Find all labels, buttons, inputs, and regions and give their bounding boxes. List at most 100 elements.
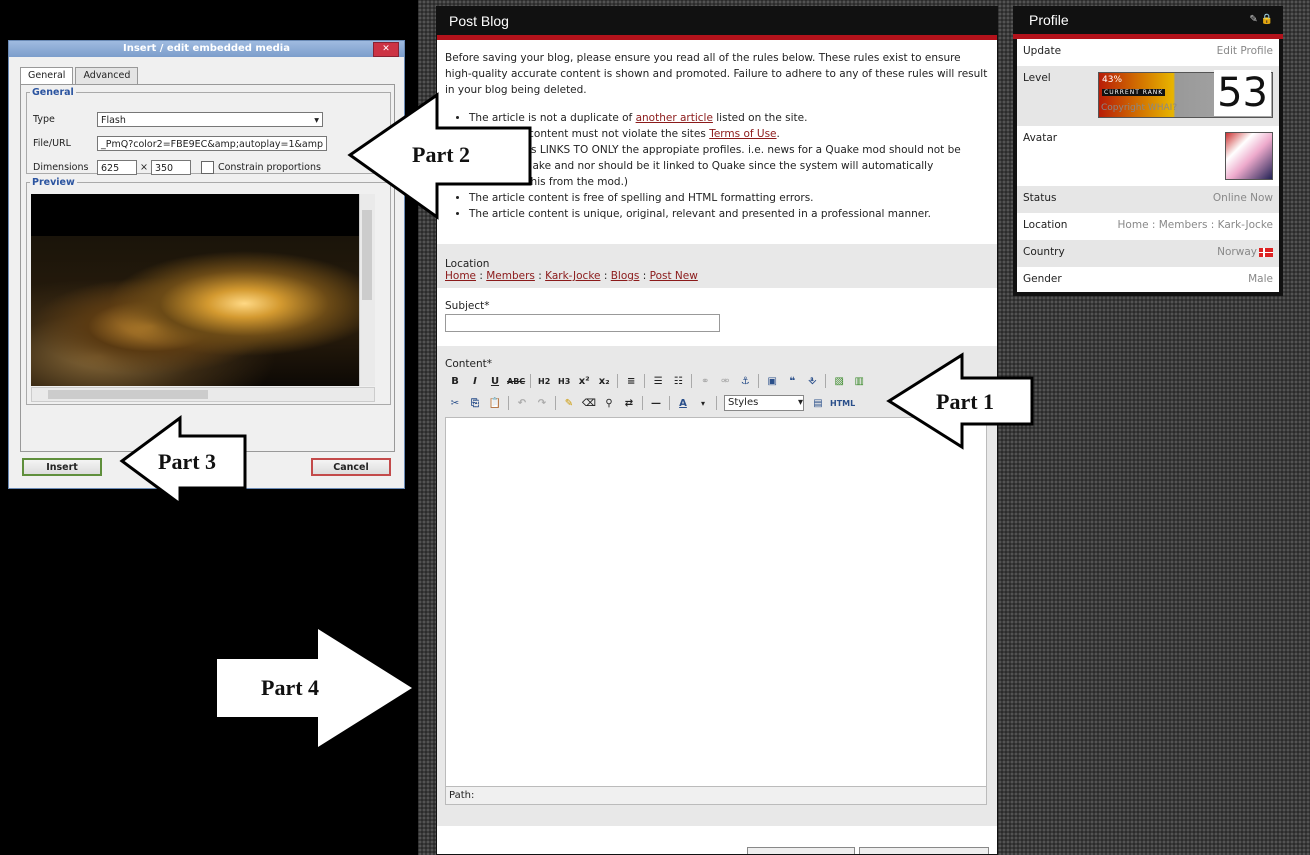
heading2-button[interactable]: H2: [534, 372, 554, 390]
bullet-list-icon[interactable]: ☰: [648, 372, 668, 390]
rules-section: Before saving your blog, please ensure y…: [437, 40, 997, 222]
cut-icon[interactable]: ✂: [445, 394, 465, 412]
another-article-link[interactable]: another article: [636, 112, 713, 124]
superscript-button[interactable]: x²: [574, 372, 594, 390]
heading3-button[interactable]: H3: [554, 372, 574, 390]
rule-item: The article content is unique, original,…: [469, 206, 989, 222]
chevron-down-icon: ▾: [314, 115, 319, 126]
breadcrumb-members[interactable]: Members: [486, 270, 535, 282]
redo-icon[interactable]: ↷: [532, 394, 552, 412]
toolbar-separator: [716, 396, 717, 410]
blockquote-icon[interactable]: ❝: [782, 372, 802, 390]
profile-row-avatar: Avatar: [1017, 126, 1279, 186]
rank-percent: 43%: [1102, 75, 1123, 85]
scroll-thumb[interactable]: [48, 390, 208, 399]
toolbar-separator: [758, 374, 760, 388]
code-icon[interactable]: ⎀: [802, 372, 822, 390]
paste-icon[interactable]: 📋: [485, 394, 505, 412]
tab-advanced[interactable]: Advanced: [75, 67, 139, 84]
horizontal-rule-icon[interactable]: —: [646, 394, 666, 412]
editor-toolbar-row-1: B I U ABC H2 H3 x² x₂ ≡ ☰ ☷ ⚭ ⚮ ⚓ ▣ ❝ ⎀ …: [445, 370, 989, 392]
html-source-button[interactable]: HTML: [828, 394, 857, 412]
copy-icon[interactable]: ⎘: [465, 394, 485, 412]
rules-list: The article is not a duplicate of anothe…: [445, 110, 989, 222]
cleanup-icon[interactable]: ✎: [559, 394, 579, 412]
dialog-tab-body: General Type Flash ▾ File/URL _PmQ?color2…: [20, 84, 395, 452]
toolbar-separator: [825, 374, 827, 388]
general-legend: General: [32, 87, 74, 98]
link-icon[interactable]: ⚭: [695, 372, 715, 390]
terms-of-use-link[interactable]: Terms of Use: [709, 128, 776, 140]
width-input[interactable]: 625: [97, 160, 137, 175]
general-fieldset: General Type Flash ▾ File/URL _PmQ?color2…: [26, 87, 391, 175]
scroll-thumb[interactable]: [362, 210, 372, 300]
breadcrumb-post-new[interactable]: Post New: [650, 270, 698, 282]
replace-icon[interactable]: ⇄: [619, 394, 639, 412]
styles-select[interactable]: Styles ▾: [724, 395, 804, 411]
dimensions-row: Dimensions 625 × 350 Constrain proportio…: [33, 160, 321, 175]
toolbar-separator: [617, 374, 619, 388]
subject-input[interactable]: [445, 314, 720, 332]
constrain-label: Constrain proportions: [217, 162, 321, 173]
url-label: File/URL: [33, 138, 71, 149]
profile-row-level: Level 43% CURRENT RANK Copyright WHAI? 5…: [1017, 66, 1279, 126]
form-button-left[interactable]: [747, 847, 855, 854]
text-color-icon[interactable]: A: [673, 394, 693, 412]
rule-item: The article content is free of spelling …: [469, 190, 989, 206]
strikethrough-button[interactable]: ABC: [505, 372, 527, 390]
norway-flag-icon: [1259, 247, 1273, 257]
profile-panel: Profile ✎ 🔒 Update Edit Profile Level 43…: [1013, 6, 1283, 296]
constrain-checkbox[interactable]: [200, 161, 214, 174]
unlink-icon[interactable]: ⚮: [715, 372, 735, 390]
preview-horizontal-scrollbar[interactable]: [31, 387, 375, 402]
insert-media-icon[interactable]: ▥: [849, 372, 869, 390]
toolbar-separator: [555, 396, 556, 410]
rank-copyright: Copyright WHAI?: [1101, 103, 1178, 113]
breadcrumb-blogs[interactable]: Blogs: [611, 270, 640, 282]
profile-row-location: Location Home : Members : Kark-Jocke: [1023, 219, 1273, 231]
preview-fieldset: Preview: [26, 177, 391, 405]
underline-button[interactable]: U: [485, 372, 505, 390]
content-section: Content* B I U ABC H2 H3 x² x₂ ≡ ☰ ☷ ⚭ ⚮…: [437, 346, 997, 826]
rank-label: CURRENT RANK: [1102, 89, 1166, 96]
anchor-icon[interactable]: ⚓: [735, 372, 755, 390]
image-icon[interactable]: ▣: [762, 372, 782, 390]
insert-image-icon[interactable]: ▧: [829, 372, 849, 390]
eraser-icon[interactable]: ⌫: [579, 394, 599, 412]
height-input[interactable]: 350: [150, 160, 191, 175]
edit-icon[interactable]: ✎: [1249, 14, 1257, 25]
breadcrumb-user[interactable]: Kark-Jocke: [545, 270, 600, 282]
url-input[interactable]: _PmQ?color2=FBE9EC&amp;autoplay=1&amp: [97, 136, 327, 151]
type-label: Type: [33, 114, 55, 125]
align-center-icon[interactable]: ≡: [621, 372, 641, 390]
cancel-button[interactable]: Cancel: [311, 458, 391, 476]
insert-button[interactable]: Insert: [22, 458, 102, 476]
italic-button[interactable]: I: [465, 372, 485, 390]
url-row: File/URL _PmQ?color2=FBE9EC&amp;autoplay…: [33, 136, 327, 151]
numbered-list-icon[interactable]: ☷: [668, 372, 688, 390]
bold-button[interactable]: B: [445, 372, 465, 390]
subject-section: Subject*: [437, 288, 997, 346]
post-blog-title: Post Blog: [437, 7, 997, 40]
preview-vertical-scrollbar[interactable]: [359, 194, 375, 386]
find-icon[interactable]: ⚲: [599, 394, 619, 412]
lock-icon[interactable]: 🔒: [1261, 14, 1273, 25]
content-editor[interactable]: [445, 417, 987, 787]
subscript-button[interactable]: x₂: [594, 372, 614, 390]
dialog-title-bar: Insert / edit embedded media ✕: [9, 41, 404, 57]
type-select[interactable]: Flash ▾: [97, 112, 323, 127]
avatar[interactable]: [1225, 132, 1273, 180]
breadcrumb-home[interactable]: Home: [445, 270, 476, 282]
form-button-right[interactable]: [859, 847, 989, 854]
rule-item: The article is not a duplicate of anothe…: [469, 110, 989, 126]
location-section: Location Home : Members : Kark-Jocke : B…: [437, 244, 997, 288]
undo-icon[interactable]: ↶: [512, 394, 532, 412]
tab-general[interactable]: General: [20, 67, 74, 84]
toolbar-separator: [508, 396, 509, 410]
toolbar-separator: [530, 374, 532, 388]
fullscreen-icon[interactable]: ▤: [808, 394, 828, 412]
close-icon[interactable]: ✕: [373, 42, 399, 57]
insert-media-dialog: Insert / edit embedded media ✕ General A…: [8, 40, 405, 489]
text-color-dropdown-icon[interactable]: ▾: [693, 394, 713, 412]
edit-profile-link[interactable]: Edit Profile: [1217, 45, 1273, 57]
